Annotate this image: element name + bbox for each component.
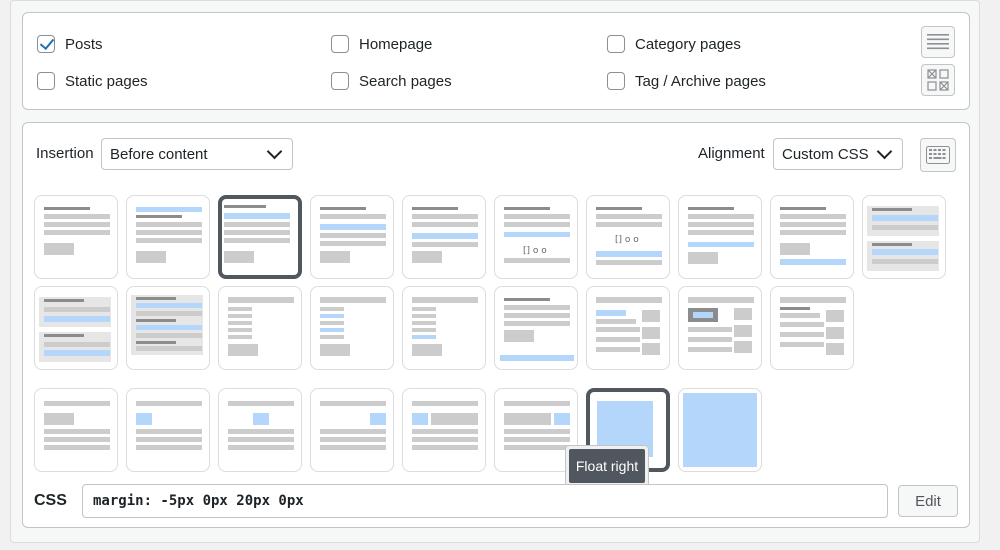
placement-option-15[interactable] — [402, 286, 486, 370]
layout-preview-icon — [688, 297, 754, 353]
placement-option-22[interactable] — [218, 388, 302, 472]
static-pages-label: Static pages — [65, 72, 148, 90]
tag-archive-pages-checkbox[interactable] — [607, 72, 625, 90]
placement-option-18[interactable] — [678, 286, 762, 370]
placement-option-19[interactable] — [770, 286, 854, 370]
insertion-select[interactable]: Before content — [101, 138, 293, 170]
placement-option-5[interactable] — [402, 195, 486, 279]
static-pages-checkbox[interactable] — [37, 72, 55, 90]
posts-label: Posts — [65, 35, 103, 53]
layout-preview-icon — [228, 401, 294, 450]
tag-archive-pages-label: Tag / Archive pages — [635, 72, 766, 90]
checkbox-category-pages[interactable]: Category pages — [607, 35, 741, 53]
keyboard-icon — [926, 146, 950, 164]
placement-option-20[interactable] — [34, 388, 118, 472]
layout-preview-icon — [320, 297, 386, 356]
layout-preview-icon: [] o o — [596, 207, 662, 265]
placement-option-2[interactable] — [126, 195, 210, 279]
posts-checkbox[interactable] — [37, 35, 55, 53]
placement-option-21[interactable] — [126, 388, 210, 472]
layout-preview-icon — [224, 205, 290, 263]
placement-option-11[interactable] — [34, 286, 118, 370]
layout-preview-icon — [44, 207, 110, 255]
layout-preview-icon — [596, 297, 662, 355]
layout-preview-icon — [131, 295, 203, 355]
chevron-down-icon — [876, 143, 893, 160]
tooltip-text: Float right — [569, 449, 645, 483]
svg-text:[] o o: [] o o — [523, 246, 547, 256]
keyboard-button[interactable] — [920, 138, 956, 172]
placement-option-16[interactable] — [494, 286, 578, 370]
layout-preview-icon — [688, 207, 754, 264]
layout-preview-icon: [] o o — [504, 207, 570, 263]
layout-preview-icon — [683, 393, 757, 467]
category-pages-label: Category pages — [635, 35, 741, 53]
layout-preview-icon — [867, 206, 939, 271]
placement-option-24[interactable] — [402, 388, 486, 472]
layout-preview-icon — [780, 207, 846, 265]
layout-preview-icon — [412, 297, 478, 356]
layout-preview-icon — [136, 401, 202, 450]
homepage-label: Homepage — [359, 35, 433, 53]
tooltip: Float right — [565, 445, 649, 487]
alignment-label: Alignment — [698, 145, 765, 162]
placement-option-17[interactable] — [586, 286, 670, 370]
checkbox-homepage[interactable]: Homepage — [331, 35, 432, 53]
checkbox-tag-archive-pages[interactable]: Tag / Archive pages — [607, 72, 766, 90]
checkbox-posts[interactable]: Posts — [37, 35, 103, 53]
placement-option-14[interactable] — [310, 286, 394, 370]
placement-option-4[interactable] — [310, 195, 394, 279]
insertion-label: Insertion — [36, 145, 94, 162]
checkbox-search-pages[interactable]: Search pages — [331, 72, 452, 90]
checkbox-static-pages[interactable]: Static pages — [37, 72, 148, 90]
grid-view-icon — [927, 69, 949, 91]
alignment-value: Custom CSS — [782, 145, 869, 163]
search-pages-label: Search pages — [359, 72, 452, 90]
layout-preview-icon — [412, 207, 478, 263]
list-view-button[interactable] — [921, 26, 955, 58]
placement-option-10[interactable] — [862, 195, 946, 279]
layout-preview-icon — [39, 297, 111, 362]
placement-option-9[interactable] — [770, 195, 854, 279]
placement-option-13[interactable] — [218, 286, 302, 370]
svg-text:[] o o: [] o o — [615, 235, 639, 245]
search-pages-checkbox[interactable] — [331, 72, 349, 90]
chevron-down-icon — [266, 143, 283, 160]
homepage-checkbox[interactable] — [331, 35, 349, 53]
css-label: CSS — [34, 492, 67, 509]
category-pages-checkbox[interactable] — [607, 35, 625, 53]
placement-option-23[interactable] — [310, 388, 394, 472]
alignment-select[interactable]: Custom CSS — [773, 138, 903, 170]
list-view-icon — [927, 34, 949, 50]
placement-option-7[interactable]: [] o o — [586, 195, 670, 279]
layout-preview-icon — [228, 297, 294, 356]
layout-preview-icon — [320, 401, 386, 450]
placement-option-1[interactable] — [34, 195, 118, 279]
placement-option-8[interactable] — [678, 195, 762, 279]
page-types-panel: Posts Homepage Category pages Static pag… — [22, 12, 970, 110]
placement-option-27[interactable] — [678, 388, 762, 472]
insertion-value: Before content — [110, 145, 208, 163]
layout-preview-icon — [136, 207, 202, 263]
layout-preview-icon — [780, 297, 846, 355]
layout-preview-icon — [320, 207, 386, 263]
layout-preview-icon — [412, 401, 478, 450]
css-value: margin: -5px 0px 20px 0px — [93, 493, 304, 509]
edit-button[interactable]: Edit — [898, 485, 958, 517]
layout-preview-icon — [44, 401, 110, 450]
css-input[interactable]: margin: -5px 0px 20px 0px — [82, 484, 888, 518]
layout-preview-icon — [500, 298, 574, 361]
grid-view-button[interactable] — [921, 64, 955, 96]
placement-option-12[interactable] — [126, 286, 210, 370]
placement-option-6[interactable]: [] o o — [494, 195, 578, 279]
placement-option-3[interactable] — [218, 195, 302, 279]
